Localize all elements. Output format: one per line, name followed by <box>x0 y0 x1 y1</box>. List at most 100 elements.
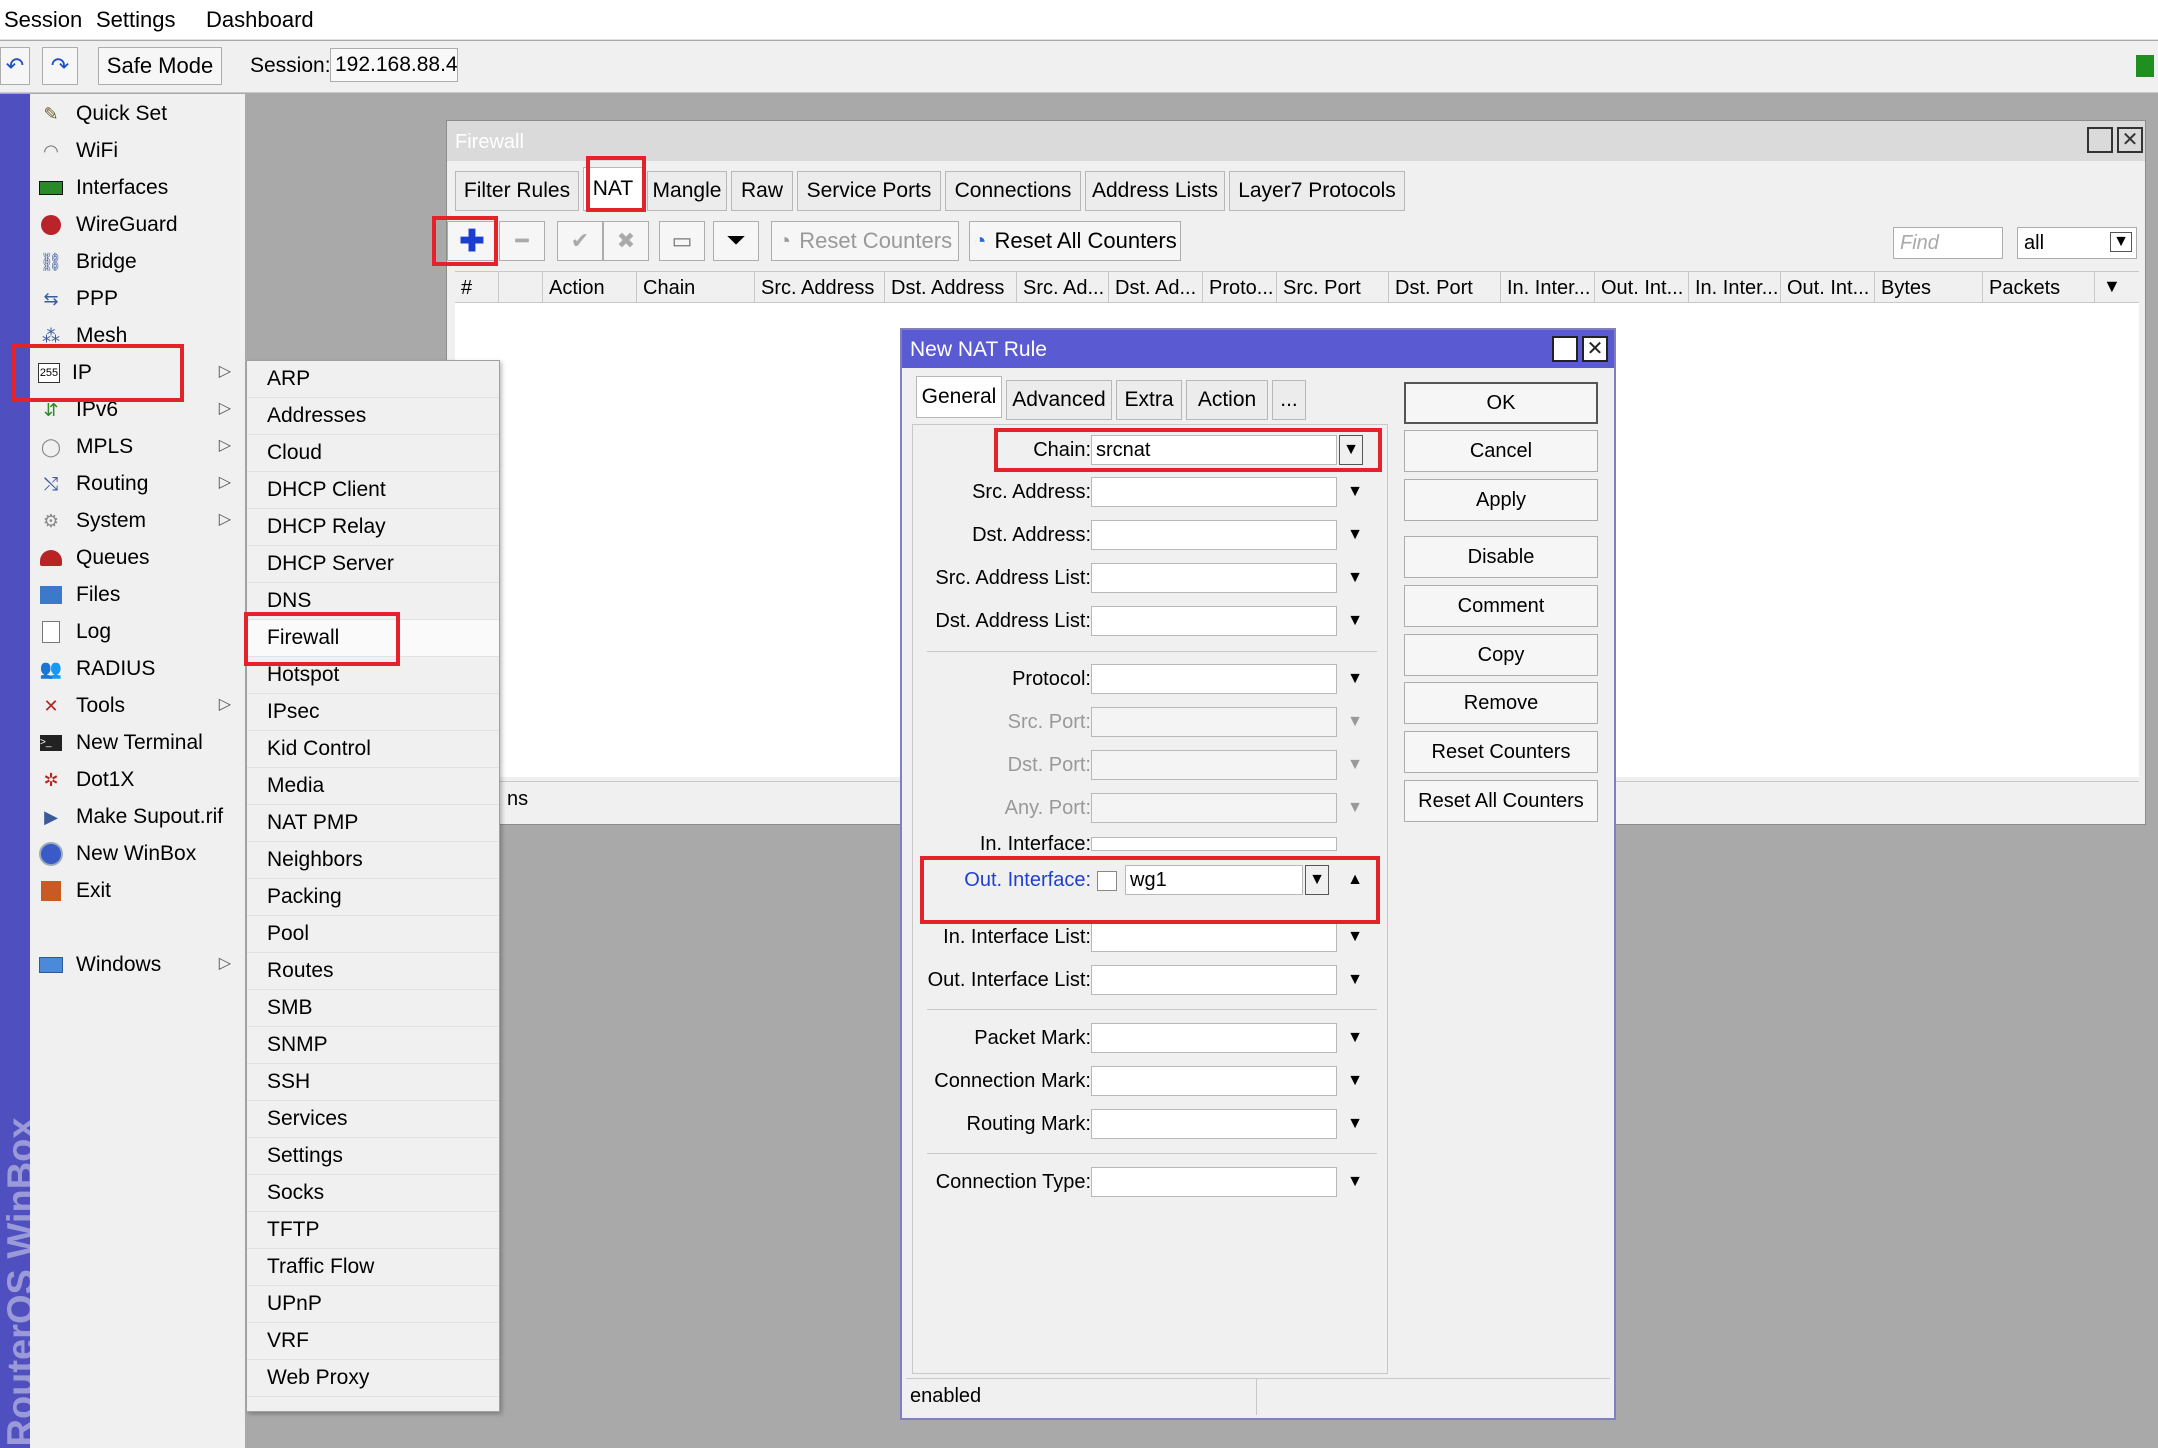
column-header[interactable]: Chain <box>637 272 755 304</box>
dropdown-icon[interactable]: ▼ <box>1343 707 1367 737</box>
sidebar-item-new-terminal[interactable]: >_ New Terminal <box>30 725 245 761</box>
submenu-item-pool[interactable]: Pool <box>247 916 499 953</box>
dropdown-icon[interactable]: ▼ <box>1343 793 1367 823</box>
column-header[interactable]: Bytes <box>1875 272 1983 304</box>
src-port-input[interactable] <box>1091 707 1337 737</box>
enable-rule-button[interactable]: ✔ <box>557 221 603 261</box>
out-interface-list-input[interactable] <box>1091 965 1337 995</box>
reset-counters-button[interactable]: ◔ Reset Counters <box>771 221 959 261</box>
filter-select[interactable]: all ▼ <box>2017 227 2137 259</box>
dropdown-icon[interactable]: ▼ <box>1343 664 1367 694</box>
dropdown-icon[interactable]: ▼ <box>1343 563 1367 593</box>
tab-extra[interactable]: Extra <box>1116 380 1182 420</box>
session-address-field[interactable]: 192.168.88.4 <box>330 48 458 82</box>
column-header[interactable]: Src. Port <box>1277 272 1389 304</box>
dropdown-icon[interactable]: ▼ <box>1343 477 1367 507</box>
dropdown-icon[interactable]: ▼ <box>1343 606 1367 636</box>
submenu-item-routes[interactable]: Routes <box>247 953 499 990</box>
dst-address-list-input[interactable] <box>1091 606 1337 636</box>
protocol-input[interactable] <box>1091 664 1337 694</box>
column-header[interactable]: Packets <box>1983 272 2095 304</box>
submenu-item-web-proxy[interactable]: Web Proxy <box>247 1360 499 1397</box>
dst-port-input[interactable] <box>1091 750 1337 780</box>
column-header[interactable]: In. Inter... <box>1501 272 1595 304</box>
undo-button[interactable]: ↶ <box>0 47 30 85</box>
tab-advanced[interactable]: Advanced <box>1006 380 1112 420</box>
sidebar-item-bridge[interactable]: ⛓ Bridge <box>30 244 245 280</box>
submenu-item-firewall[interactable]: Firewall <box>247 620 499 657</box>
find-input[interactable]: Find <box>1893 227 2003 259</box>
tab-more[interactable]: ... <box>1272 380 1306 420</box>
maximize-icon[interactable] <box>1552 336 1578 362</box>
any-port-input[interactable] <box>1091 793 1337 823</box>
tab-action[interactable]: Action <box>1186 380 1268 420</box>
maximize-icon[interactable] <box>2087 127 2113 153</box>
sidebar-item-new-winbox[interactable]: New WinBox <box>30 836 245 872</box>
submenu-item-ipsec[interactable]: IPsec <box>247 694 499 731</box>
column-header[interactable]: Out. Int... <box>1781 272 1875 304</box>
dropdown-icon[interactable]: ▼ <box>1343 965 1367 995</box>
sidebar-item-log[interactable]: Log <box>30 614 245 650</box>
column-header[interactable]: Action <box>543 272 637 304</box>
dst-address-input[interactable] <box>1091 520 1337 550</box>
routing-mark-input[interactable] <box>1091 1109 1337 1139</box>
comment-button[interactable]: Comment <box>1404 585 1598 627</box>
sidebar-item-files[interactable]: Files <box>30 577 245 613</box>
column-header[interactable]: Dst. Ad... <box>1109 272 1203 304</box>
submenu-item-snmp[interactable]: SNMP <box>247 1027 499 1064</box>
tab-raw[interactable]: Raw <box>731 171 793 211</box>
dropdown-icon[interactable]: ▼ <box>1343 1066 1367 1096</box>
sidebar-item-system[interactable]: ⚙ System ▷ <box>30 503 245 539</box>
submenu-item-vrf[interactable]: VRF <box>247 1323 499 1360</box>
submenu-item-kid-control[interactable]: Kid Control <box>247 731 499 768</box>
column-header[interactable]: Dst. Address <box>885 272 1017 304</box>
dropdown-icon[interactable]: ▼ <box>1343 520 1367 550</box>
chain-dropdown-icon[interactable]: ▼ <box>1339 435 1363 465</box>
submenu-item-tftp[interactable]: TFTP <box>247 1212 499 1249</box>
sidebar-item-routing[interactable]: ⤭ Routing ▷ <box>30 466 245 502</box>
tab-nat[interactable]: NAT <box>583 167 643 211</box>
sidebar-item-radius[interactable]: 👥 RADIUS <box>30 651 245 687</box>
submenu-item-smb[interactable]: SMB <box>247 990 499 1027</box>
in-interface-input[interactable] <box>1091 837 1337 851</box>
collapse-icon[interactable]: ▲ <box>1343 865 1367 895</box>
submenu-item-arp[interactable]: ARP <box>247 361 499 398</box>
submenu-item-dhcp-client[interactable]: DHCP Client <box>247 472 499 509</box>
sidebar-item-quick-set[interactable]: ✎ Quick Set <box>30 96 245 132</box>
dropdown-icon[interactable]: ▼ <box>1343 1109 1367 1139</box>
out-interface-dropdown-icon[interactable]: ▼ <box>1305 865 1329 895</box>
submenu-item-addresses[interactable]: Addresses <box>247 398 499 435</box>
sidebar-item-ip[interactable]: 255 IP ▷ <box>30 355 245 391</box>
comment-button[interactable]: ▭ <box>659 221 705 261</box>
submenu-item-cloud[interactable]: Cloud <box>247 435 499 472</box>
chain-input[interactable]: srcnat <box>1091 435 1337 465</box>
menu-settings[interactable]: Settings <box>96 7 176 33</box>
column-header[interactable]: Dst. Port <box>1389 272 1501 304</box>
sidebar-item-mesh[interactable]: ⁂ Mesh <box>30 318 245 354</box>
connection-mark-input[interactable] <box>1091 1066 1337 1096</box>
sidebar-item-wireguard[interactable]: WireGuard <box>30 207 245 243</box>
column-header[interactable]: Proto... <box>1203 272 1277 304</box>
submenu-item-socks[interactable]: Socks <box>247 1175 499 1212</box>
sidebar-item-dot1x[interactable]: ✲ Dot1X <box>30 762 245 798</box>
redo-button[interactable]: ↷ <box>42 47 78 85</box>
src-address-list-input[interactable] <box>1091 563 1337 593</box>
tab-service-ports[interactable]: Service Ports <box>797 171 941 211</box>
dropdown-icon[interactable]: ▼ <box>1343 750 1367 780</box>
sidebar-item-exit[interactable]: Exit <box>30 873 245 909</box>
cancel-button[interactable]: Cancel <box>1404 430 1598 472</box>
tab-connections[interactable]: Connections <box>945 171 1081 211</box>
packet-mark-input[interactable] <box>1091 1023 1337 1053</box>
sidebar-item-windows[interactable]: Windows ▷ <box>30 947 245 983</box>
submenu-item-dns[interactable]: DNS <box>247 583 499 620</box>
column-header[interactable]: Src. Ad... <box>1017 272 1109 304</box>
menu-dashboard[interactable]: Dashboard <box>206 7 314 33</box>
menu-session[interactable]: Session <box>4 7 82 33</box>
submenu-item-media[interactable]: Media <box>247 768 499 805</box>
connection-type-input[interactable] <box>1091 1167 1337 1197</box>
out-interface-input[interactable]: wg1 <box>1125 865 1303 895</box>
dropdown-icon[interactable]: ▼ <box>1343 1167 1367 1197</box>
dropdown-icon[interactable]: ▼ <box>1343 1023 1367 1053</box>
disable-button[interactable]: Disable <box>1404 536 1598 578</box>
src-address-input[interactable] <box>1091 477 1337 507</box>
